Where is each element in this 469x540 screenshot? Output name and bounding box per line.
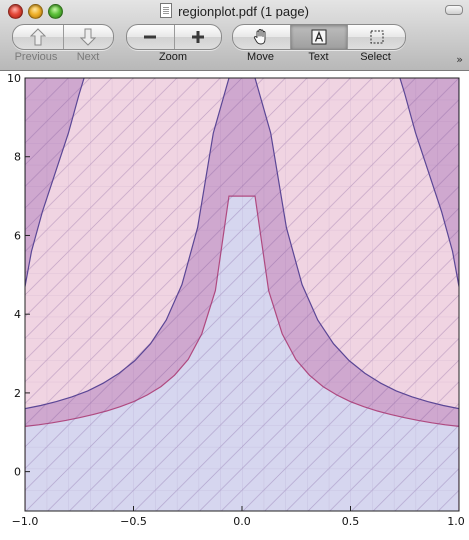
y-tick-label: 2 (14, 387, 21, 400)
toolbar-toggle-button[interactable] (445, 5, 463, 15)
window-title: regionplot.pdf (1 page) (178, 4, 309, 19)
region-plot: 0 2 4 6 8 10 −1.0 −0.5 0.0 0.5 1.0 (7, 72, 465, 528)
plus-icon (191, 31, 204, 43)
document-icon (160, 3, 173, 18)
text-tool-button[interactable] (289, 25, 348, 49)
tool-mode-control (232, 24, 406, 50)
select-label: Select (360, 51, 391, 63)
minus-icon (144, 35, 157, 39)
up-arrow-icon (29, 28, 46, 46)
x-tick-label: 0.5 (342, 515, 360, 528)
document-view[interactable]: 0 2 4 6 8 10 −1.0 −0.5 0.0 0.5 1.0 (0, 71, 469, 540)
y-tick-label: 6 (14, 229, 21, 242)
window-toolbar: regionplot.pdf (1 page) Previous Next Zo… (0, 0, 469, 71)
move-tool-button[interactable] (233, 25, 290, 49)
down-arrow-icon (80, 28, 97, 46)
move-label: Move (247, 51, 274, 63)
zoom-in-button[interactable] (173, 25, 222, 49)
next-label: Next (76, 51, 100, 63)
select-tool-button[interactable] (347, 25, 405, 49)
text-label: Text (308, 51, 329, 63)
y-tick-label: 10 (7, 72, 21, 85)
zoom-label: Zoom (158, 51, 188, 63)
previous-button[interactable] (13, 25, 63, 49)
marquee-icon (370, 30, 384, 44)
y-tick-label: 4 (14, 308, 21, 321)
preview-window: regionplot.pdf (1 page) Previous Next Zo… (0, 0, 469, 540)
page-nav-control (12, 24, 114, 50)
y-tick-label: 0 (14, 466, 21, 479)
x-tick-label: −1.0 (12, 515, 39, 528)
zoom-control (126, 24, 222, 50)
next-button[interactable] (62, 25, 114, 49)
window-title-bar: regionplot.pdf (1 page) (0, 3, 469, 21)
x-tick-label: −0.5 (120, 515, 147, 528)
y-tick-label: 8 (14, 151, 21, 164)
mesh-overlay (25, 78, 459, 511)
zoom-out-button[interactable] (127, 25, 174, 49)
x-tick-label: 1.0 (447, 515, 465, 528)
toolbar-overflow-button[interactable]: » (456, 53, 463, 66)
x-tick-label: 0.0 (233, 515, 251, 528)
plot-area (25, 78, 459, 511)
hand-icon (254, 29, 266, 45)
previous-label: Previous (14, 51, 58, 63)
text-cursor-icon (311, 29, 327, 45)
